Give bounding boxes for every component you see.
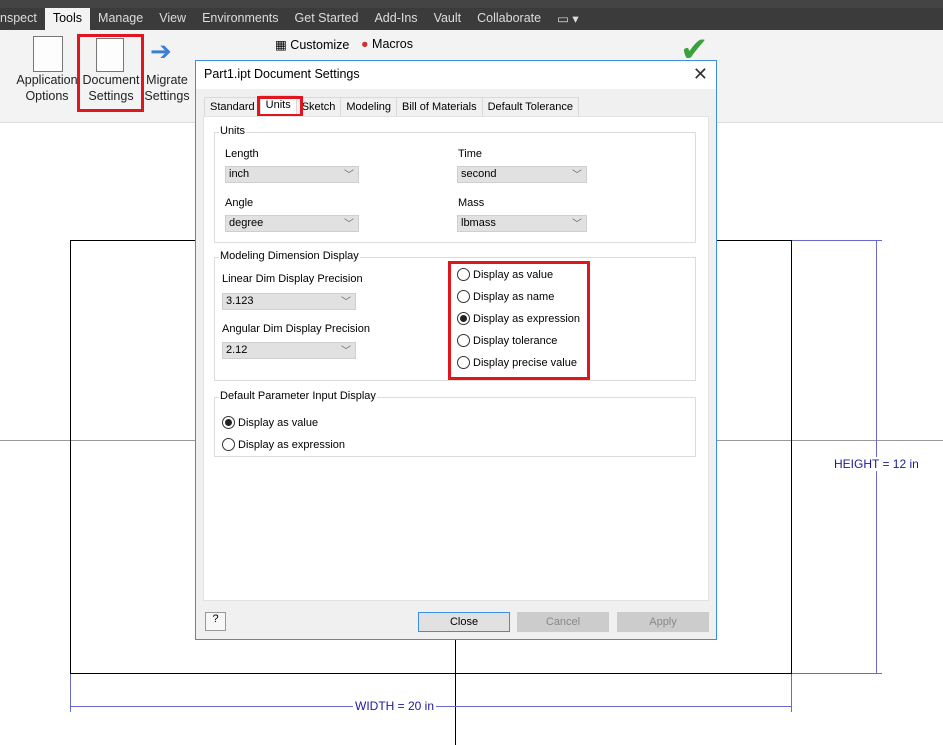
angle-select[interactable]: degree ﹀ — [225, 215, 359, 232]
customize-button[interactable]: ▦ Customize — [275, 37, 349, 52]
tab-vault[interactable]: Vault — [426, 8, 470, 30]
title-bar — [0, 0, 943, 8]
chevron-down-icon: ﹀ — [572, 219, 582, 230]
value: 2.12 — [226, 344, 248, 356]
application-options-icon — [33, 36, 63, 72]
ribbon-tabs: nspect Tools Manage View Environments Ge… — [0, 8, 943, 30]
application-options-button[interactable]: Application Options — [14, 72, 80, 104]
customize-icon: ▦ — [275, 38, 291, 52]
radio-icon — [222, 438, 235, 451]
length-select[interactable]: inch ﹀ — [225, 166, 359, 183]
tab-bill-of-materials[interactable]: Bill of Materials — [396, 97, 483, 116]
angle-label: Angle — [225, 197, 254, 209]
migrate-icon: ➔ — [150, 36, 172, 66]
label: Display as value — [238, 416, 319, 429]
value: lbmass — [461, 217, 496, 229]
angular-precision-select[interactable]: 2.12 ﹀ — [222, 342, 356, 359]
angular-precision-label: Angular Dim Display Precision — [222, 323, 370, 335]
tab-manage[interactable]: Manage — [90, 8, 151, 30]
modeling-dimension-group: Modeling Dimension Display Linear Dim Di… — [214, 250, 696, 381]
tab-view[interactable]: View — [151, 8, 194, 30]
tab-modeling[interactable]: Modeling — [340, 97, 397, 116]
value: second — [461, 168, 497, 180]
migrate-settings-button[interactable]: Migrate Settings — [143, 72, 191, 104]
apply-button[interactable]: Apply — [617, 612, 709, 632]
chevron-down-icon: ﹀ — [341, 346, 351, 357]
extension-line — [792, 240, 882, 241]
label: Macros — [372, 37, 414, 51]
label: Display as expression — [238, 438, 345, 451]
macros-button[interactable]: ● Macros — [361, 37, 413, 51]
tab-add-ins[interactable]: Add-Ins — [366, 8, 425, 30]
close-button[interactable]: Close — [418, 612, 510, 632]
time-select[interactable]: second ﹀ — [457, 166, 587, 183]
tab-standard[interactable]: Standard — [204, 97, 261, 116]
label: Migrate — [146, 73, 188, 87]
cancel-button[interactable]: Cancel — [517, 612, 609, 632]
close-icon[interactable]: ✕ — [693, 64, 708, 85]
parameter-input-group: Default Parameter Input Display Display … — [214, 390, 696, 457]
label: Settings — [144, 89, 190, 103]
extension-line — [792, 673, 882, 674]
label: Customize — [290, 38, 350, 52]
document-settings-dialog: Part1.ipt Document Settings ✕ Standard U… — [195, 60, 717, 640]
units-group: Units Length inch ﹀ Time second ﹀ Angle de… — [214, 125, 696, 243]
radio-param-expression[interactable]: Display as expression — [222, 438, 345, 451]
value: inch — [229, 168, 250, 180]
mass-select[interactable]: lbmass ﹀ — [457, 215, 587, 232]
tab-default-tolerance[interactable]: Default Tolerance — [481, 97, 579, 116]
time-label: Time — [458, 148, 483, 160]
group-label: Default Parameter Input Display — [219, 390, 377, 402]
length-label: Length — [225, 148, 259, 160]
chevron-down-icon: ﹀ — [572, 170, 582, 181]
chevron-down-icon: ﹀ — [344, 170, 354, 181]
group-label: Units — [219, 125, 247, 137]
help-icon[interactable]: ? — [205, 612, 226, 631]
highlight-box — [257, 96, 303, 117]
units-panel: Units Length inch ﹀ Time second ﹀ Angle de… — [203, 116, 709, 601]
tab-inspect[interactable]: nspect — [0, 8, 45, 30]
panel-toggle-icon[interactable]: ▭ ▾ — [549, 8, 587, 30]
tab-get-started[interactable]: Get Started — [287, 8, 367, 30]
macros-icon: ● — [361, 37, 373, 51]
chevron-down-icon: ﹀ — [344, 219, 354, 230]
tab-collaborate[interactable]: Collaborate — [469, 8, 549, 30]
chevron-down-icon: ﹀ — [341, 297, 351, 308]
radio-param-value[interactable]: Display as value — [222, 416, 318, 429]
highlight-box — [448, 261, 590, 380]
value: 3.123 — [226, 295, 254, 307]
linear-precision-label: Linear Dim Display Precision — [222, 273, 363, 285]
tab-environments[interactable]: Environments — [194, 8, 286, 30]
dialog-title: Part1.ipt Document Settings — [204, 67, 360, 81]
label: Application — [16, 73, 78, 87]
group-label: Modeling Dimension Display — [219, 250, 360, 262]
label: Options — [25, 89, 69, 103]
highlight-box — [77, 34, 144, 112]
tab-tools[interactable]: Tools — [44, 8, 91, 30]
width-dimension[interactable]: WIDTH = 20 in — [353, 699, 437, 713]
linear-precision-select[interactable]: 3.123 ﹀ — [222, 293, 356, 310]
mass-label: Mass — [458, 197, 485, 209]
dialog-title-bar: Part1.ipt Document Settings — [196, 61, 716, 89]
radio-selected-icon — [222, 416, 235, 429]
value: degree — [229, 217, 264, 229]
axis-line-vertical — [455, 640, 456, 745]
height-dimension[interactable]: HEIGHT = 12 in — [832, 457, 921, 471]
